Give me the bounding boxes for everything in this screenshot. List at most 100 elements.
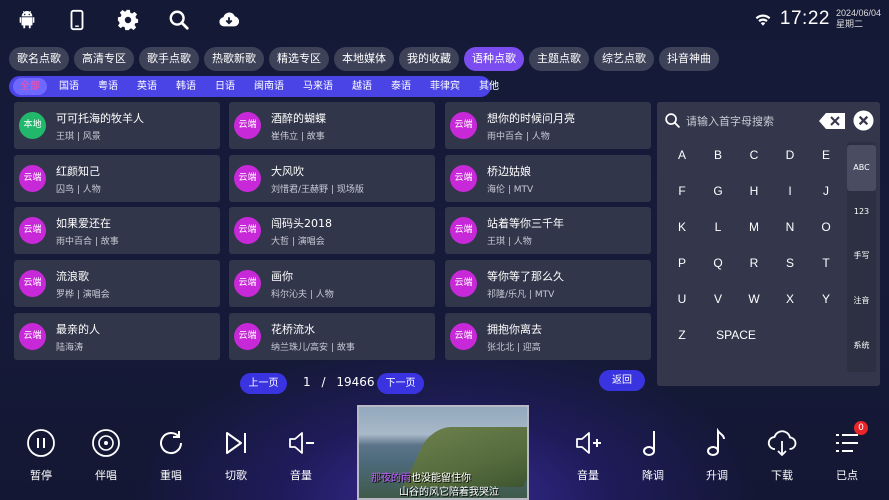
tab-item[interactable]: 我的收藏 [399,47,459,71]
key-a[interactable]: A [667,145,697,165]
language-option[interactable]: 国语 [52,78,86,95]
close-icon[interactable] [853,110,874,131]
key-i[interactable]: I [775,181,805,201]
disc-button[interactable]: 伴唱 [82,428,130,483]
key-p[interactable]: P [667,253,697,273]
pause-button[interactable]: 暂停 [17,428,65,483]
language-option[interactable]: 日语 [208,78,242,95]
next-page-button[interactable]: 下一页 [377,373,424,394]
key-u[interactable]: U [667,289,697,309]
language-option[interactable]: 泰语 [384,78,418,95]
tab-item[interactable]: 高清专区 [74,47,134,71]
key-e[interactable]: E [811,145,841,165]
key-z[interactable]: Z [667,325,697,345]
meta-separator: | [328,185,337,195]
song-card[interactable]: 云端 画你 科尔沁夫 | 人物 [229,260,435,307]
language-option[interactable]: 英语 [130,78,164,95]
song-card[interactable]: 云端 最亲的人 陆海涛 [14,313,220,360]
song-card[interactable]: 云端 流浪歌 罗桦 | 演唱会 [14,260,220,307]
key-n[interactable]: N [775,217,805,237]
language-option[interactable]: 其他 [472,78,506,95]
key-x[interactable]: X [775,289,805,309]
song-tag: 人物 [531,132,550,142]
song-card[interactable]: 云端 想你的时候问月亮 雨中百合 | 人物 [445,102,651,149]
key-h[interactable]: H [739,181,769,201]
key-t[interactable]: T [811,253,841,273]
volume-down-button[interactable]: 音量 [277,428,325,483]
keyboard-mode-3[interactable]: 注音 [847,278,876,324]
keyboard-mode-2[interactable]: 手写 [847,233,876,279]
key-g[interactable]: G [703,181,733,201]
android-icon[interactable] [16,9,38,31]
key-s[interactable]: S [775,253,805,273]
song-card[interactable]: 云端 花桥流水 纳兰珠儿/高安 | 故事 [229,313,435,360]
gear-icon[interactable] [117,9,139,31]
key-r[interactable]: R [739,253,769,273]
tab-item[interactable]: 语种点歌 [464,47,524,71]
key-y[interactable]: Y [811,289,841,309]
meta-separator: | [92,237,101,247]
music-note-down-button[interactable]: 降调 [629,428,677,483]
language-option[interactable]: 全部 [13,78,47,95]
song-card[interactable]: 本地 可可托海的牧羊人 王琪 | 风景 [14,102,220,149]
song-card[interactable]: 云端 闯码头2018 大哲 | 演唱会 [229,207,435,254]
page-separator: / [321,375,326,389]
keyboard-mode-1[interactable]: 123 [847,189,876,235]
song-card[interactable]: 云端 红颜知己 囚鸟 | 人物 [14,155,220,202]
tab-item[interactable]: 主题点歌 [529,47,589,71]
language-option[interactable]: 韩语 [169,78,203,95]
volume-up-button[interactable]: 音量 [564,428,612,483]
cloud-download-button[interactable]: 下载 [758,428,806,483]
search-icon[interactable] [168,9,190,31]
keyboard-mode-0[interactable]: ABC [847,145,876,191]
key-m[interactable]: M [739,217,769,237]
music-note-up-button[interactable]: 升调 [693,428,741,483]
language-option[interactable]: 粤语 [91,78,125,95]
key-c[interactable]: C [739,145,769,165]
song-card[interactable]: 云端 如果爱还在 雨中百合 | 故事 [14,207,220,254]
skip-next-button[interactable]: 切歌 [212,428,260,483]
language-option[interactable]: 菲律宾 [423,78,467,95]
control-label: 升调 [706,469,728,482]
tab-item[interactable]: 抖音神曲 [659,47,719,71]
language-option[interactable]: 闽南语 [247,78,291,95]
tab-item[interactable]: 歌手点歌 [139,47,199,71]
backspace-icon[interactable] [819,113,845,129]
cloud-download-icon[interactable] [218,9,242,31]
back-button[interactable]: 返回 [599,370,645,391]
key-f[interactable]: F [667,181,697,201]
song-card[interactable]: 云端 拥抱你离去 张北北 | 迎高 [445,313,651,360]
phone-icon[interactable] [66,9,88,31]
language-option[interactable]: 马来语 [296,78,340,95]
playlist-button[interactable]: 已点 [823,428,871,483]
key-d[interactable]: D [775,145,805,165]
key-space[interactable]: SPACE [703,325,769,345]
meta-separator: | [328,343,337,353]
key-l[interactable]: L [703,217,733,237]
tab-item[interactable]: 歌名点歌 [9,47,69,71]
tab-item[interactable]: 精选专区 [269,47,329,71]
language-option[interactable]: 越语 [345,78,379,95]
tab-item[interactable]: 本地媒体 [334,47,394,71]
song-card[interactable]: 云端 桥边姑娘 海伦 | MTV [445,155,651,202]
song-card[interactable]: 云端 酒醉的蝴蝶 崔伟立 | 故事 [229,102,435,149]
tab-item[interactable]: 热歌新歌 [204,47,264,71]
keyboard-mode-4[interactable]: 系统 [847,323,876,369]
queue-count-badge: 0 [854,421,868,435]
song-title: 画你 [271,270,293,283]
tab-item[interactable]: 综艺点歌 [594,47,654,71]
key-w[interactable]: W [739,289,769,309]
key-b[interactable]: B [703,145,733,165]
key-q[interactable]: Q [703,253,733,273]
key-v[interactable]: V [703,289,733,309]
key-o[interactable]: O [811,217,841,237]
key-j[interactable]: J [811,181,841,201]
song-card[interactable]: 云端 大风吹 刘惜君/王赫野 | 现场版 [229,155,435,202]
search-input[interactable]: 请输入首字母搜索 [686,113,774,129]
key-k[interactable]: K [667,217,697,237]
replay-button[interactable]: 重唱 [147,428,195,483]
song-card[interactable]: 云端 等你等了那么久 祁隆/乐凡 | MTV [445,260,651,307]
song-card[interactable]: 云端 站着等你三千年 王琪 | 人物 [445,207,651,254]
video-preview[interactable]: 那夜的雨也没能留住你 山谷的风它陪着我哭泣 [357,405,529,500]
prev-page-button[interactable]: 上一页 [240,373,287,394]
